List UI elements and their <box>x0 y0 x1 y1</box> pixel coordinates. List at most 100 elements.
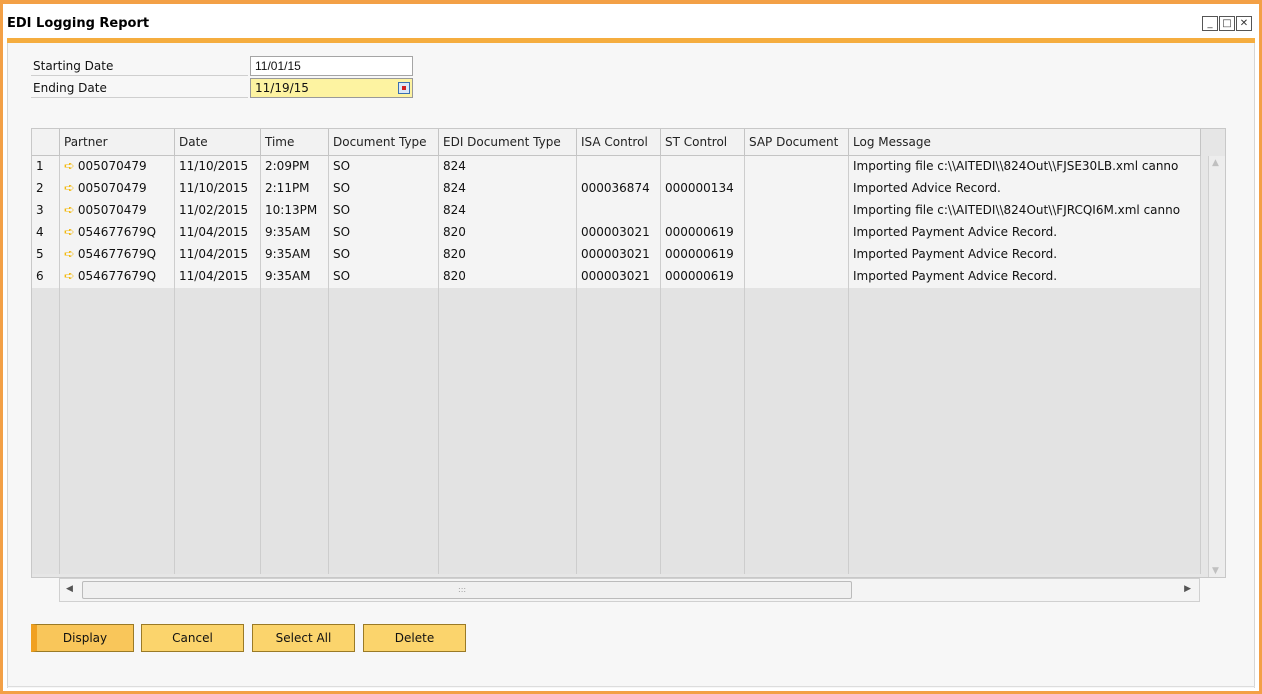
scroll-thumb[interactable]: ::: <box>82 581 852 599</box>
log-grid: Partner Date Time Document Type EDI Docu… <box>31 128 1226 578</box>
empty-cell <box>32 486 60 508</box>
log-message-cell: Imported Payment Advice Record. <box>849 266 1201 288</box>
st-control-cell <box>661 156 745 178</box>
vertical-scrollbar[interactable]: ▲ ▼ <box>1208 156 1225 577</box>
empty-cell <box>661 486 745 508</box>
col-header-partner[interactable]: Partner <box>60 129 175 156</box>
log-message-cell: Imported Advice Record. <box>849 178 1201 200</box>
link-arrow-icon[interactable]: ➪ <box>64 156 75 177</box>
empty-cell <box>261 486 329 508</box>
table-row[interactable]: 6 ➪ 054677679Q 11/04/2015 9:35AM SO 820 0… <box>32 266 1201 288</box>
isa-control-cell: 000003021 <box>577 222 661 244</box>
partner-cell[interactable]: ➪ 005070479 <box>60 200 175 222</box>
table-row[interactable]: 1 ➪ 005070479 11/10/2015 2:09PM SO 824 Im… <box>32 156 1201 178</box>
empty-cell <box>175 354 261 376</box>
partner-cell[interactable]: ➪ 054677679Q <box>60 222 175 244</box>
empty-cell <box>577 442 661 464</box>
scroll-down-icon[interactable]: ▼ <box>1212 566 1219 576</box>
empty-cell <box>745 464 849 486</box>
table-row[interactable]: 2 ➪ 005070479 11/10/2015 2:11PM SO 824 00… <box>32 178 1201 200</box>
scroll-up-icon[interactable]: ▲ <box>1212 158 1219 168</box>
sap-document-cell <box>745 200 849 222</box>
link-arrow-icon[interactable]: ➪ <box>64 266 75 287</box>
empty-cell <box>439 442 577 464</box>
empty-row <box>32 376 1201 398</box>
scroll-left-icon[interactable]: ◀ <box>66 584 73 594</box>
edi-document-type-cell: 824 <box>439 178 577 200</box>
partner-value: 054677679Q <box>77 247 157 261</box>
col-header-edi-document-type[interactable]: EDI Document Type <box>439 129 577 156</box>
empty-cell <box>175 464 261 486</box>
empty-cell <box>32 464 60 486</box>
empty-cell <box>849 486 1201 508</box>
col-header-time[interactable]: Time <box>261 129 329 156</box>
starting-date-field[interactable] <box>250 56 413 76</box>
partner-cell[interactable]: ➪ 054677679Q <box>60 244 175 266</box>
empty-cell <box>261 398 329 420</box>
empty-cell <box>60 332 175 354</box>
empty-cell <box>661 508 745 530</box>
sap-document-cell <box>745 178 849 200</box>
log-message-cell: Imported Payment Advice Record. <box>849 222 1201 244</box>
col-header-document-type[interactable]: Document Type <box>329 129 439 156</box>
link-arrow-icon[interactable]: ➪ <box>64 200 75 221</box>
empty-cell <box>32 376 60 398</box>
log-message-cell: Importing file c:\\AITEDI\\824Out\\FJRCQ… <box>849 200 1201 222</box>
close-icon[interactable]: ✕ <box>1236 16 1252 31</box>
empty-row <box>32 464 1201 486</box>
calendar-icon[interactable] <box>398 82 410 94</box>
date-cell: 11/02/2015 <box>175 200 261 222</box>
empty-cell <box>849 398 1201 420</box>
empty-cell <box>745 552 849 574</box>
minimize-icon[interactable]: _ <box>1202 16 1218 31</box>
empty-cell <box>849 332 1201 354</box>
link-arrow-icon[interactable]: ➪ <box>64 244 75 265</box>
table-row[interactable]: 4 ➪ 054677679Q 11/04/2015 9:35AM SO 820 0… <box>32 222 1201 244</box>
document-type-cell: SO <box>329 244 439 266</box>
empty-cell <box>439 310 577 332</box>
starting-date-underline <box>31 75 248 76</box>
empty-cell <box>329 486 439 508</box>
empty-cell <box>60 398 175 420</box>
empty-cell <box>439 332 577 354</box>
cancel-button[interactable]: Cancel <box>141 624 244 652</box>
partner-cell[interactable]: ➪ 054677679Q <box>60 266 175 288</box>
link-arrow-icon[interactable]: ➪ <box>64 178 75 199</box>
table-row[interactable]: 5 ➪ 054677679Q 11/04/2015 9:35AM SO 820 0… <box>32 244 1201 266</box>
empty-cell <box>745 442 849 464</box>
horizontal-scrollbar[interactable]: ◀ ::: ▶ <box>59 578 1200 602</box>
maximize-icon[interactable]: □ <box>1219 16 1235 31</box>
document-type-cell: SO <box>329 266 439 288</box>
empty-cell <box>661 332 745 354</box>
empty-cell <box>329 288 439 310</box>
empty-cell <box>577 552 661 574</box>
empty-cell <box>439 354 577 376</box>
col-header-log-message[interactable]: Log Message <box>849 129 1201 156</box>
partner-cell[interactable]: ➪ 005070479 <box>60 156 175 178</box>
delete-button[interactable]: Delete <box>363 624 466 652</box>
select-all-button[interactable]: Select All <box>252 624 355 652</box>
time-cell: 2:09PM <box>261 156 329 178</box>
empty-cell <box>175 376 261 398</box>
date-cell: 11/10/2015 <box>175 178 261 200</box>
col-header-st-control[interactable]: ST Control <box>661 129 745 156</box>
empty-cell <box>329 354 439 376</box>
display-button[interactable]: Display <box>31 624 134 652</box>
empty-cell <box>745 310 849 332</box>
empty-cell <box>261 552 329 574</box>
col-header-date[interactable]: Date <box>175 129 261 156</box>
sap-document-cell <box>745 244 849 266</box>
scroll-right-icon[interactable]: ▶ <box>1184 584 1191 594</box>
empty-cell <box>60 442 175 464</box>
partner-cell[interactable]: ➪ 005070479 <box>60 178 175 200</box>
time-cell: 9:35AM <box>261 244 329 266</box>
link-arrow-icon[interactable]: ➪ <box>64 222 75 243</box>
empty-rows <box>32 288 1201 574</box>
table-row[interactable]: 3 ➪ 005070479 11/02/2015 10:13PM SO 824 I… <box>32 200 1201 222</box>
col-header-isa-control[interactable]: ISA Control <box>577 129 661 156</box>
ending-date-field[interactable]: 11/19/15 <box>250 78 413 98</box>
col-header-sap-document[interactable]: SAP Document <box>745 129 849 156</box>
ending-date-value: 11/19/15 <box>255 81 309 95</box>
empty-cell <box>849 310 1201 332</box>
empty-cell <box>175 442 261 464</box>
